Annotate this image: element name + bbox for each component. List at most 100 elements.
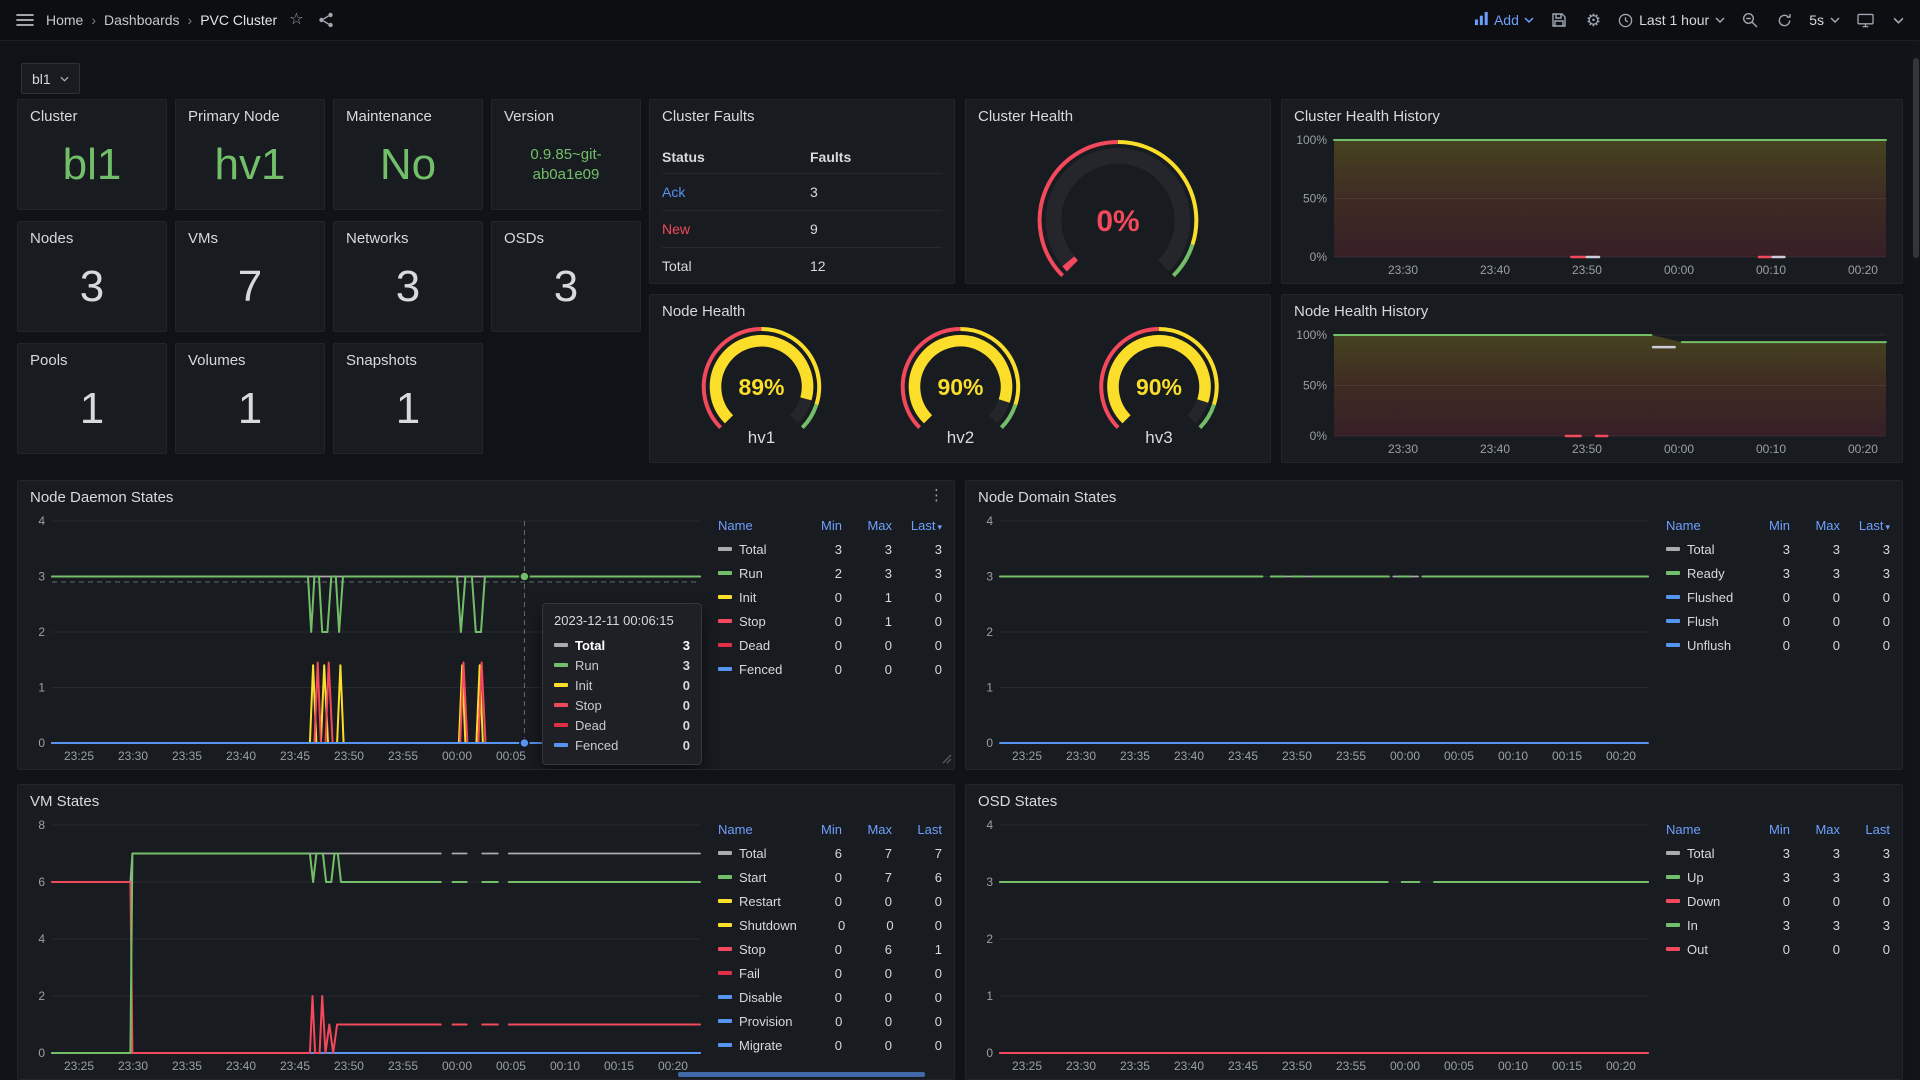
legend-row[interactable]: Flushed000 [1666,585,1890,609]
legend-row[interactable]: Total333 [718,537,942,561]
panel-title[interactable]: Cluster Health History [1282,100,1902,125]
time-series-plot[interactable]: 0123423:2523:3023:3523:4023:4523:5023:55… [972,817,1656,1075]
legend-column-max[interactable]: Max [1790,518,1840,533]
legend-column-min[interactable]: Min [1740,822,1790,837]
series-name[interactable]: Provision [739,1014,792,1029]
series-name[interactable]: Start [739,870,766,885]
legend-row[interactable]: Total333 [1666,841,1890,865]
breadcrumb-dashboards[interactable]: Dashboards [104,12,180,28]
legend-column-name[interactable]: Name [718,518,792,533]
legend-row[interactable]: In333 [1666,913,1890,937]
time-range-picker[interactable]: Last 1 hour [1618,12,1725,28]
legend-row[interactable]: Out000 [1666,937,1890,961]
refresh-icon[interactable] [1775,11,1794,30]
panel-title[interactable]: Volumes [176,344,324,369]
legend-row[interactable]: Unflush000 [1666,633,1890,657]
breadcrumb-current-dashboard[interactable]: PVC Cluster [200,12,277,28]
favorite-star-icon[interactable]: ☆ [287,10,305,30]
panel-title[interactable]: Cluster [18,100,166,125]
time-series-plot[interactable]: 0246823:2523:3023:3523:4023:4523:5023:55… [24,817,708,1075]
panel-title[interactable]: Cluster Faults [650,100,954,125]
series-name[interactable]: Dead [739,638,770,653]
legend-row[interactable]: Run233 [718,561,942,585]
legend-row[interactable]: Fail000 [718,961,942,985]
panel-title[interactable]: Networks [334,222,482,247]
legend-scrollbar[interactable] [678,1072,925,1077]
series-name[interactable]: Stop [739,942,766,957]
share-icon[interactable] [316,10,336,30]
zoom-out-icon[interactable] [1740,10,1760,30]
dashboard-settings-gear-icon[interactable]: ⚙ [1584,10,1603,31]
fault-status-new[interactable]: New [662,221,810,237]
time-series-plot[interactable]: 0%50%100%23:3023:4023:5000:0000:1000:20 [1290,132,1894,279]
panel-title[interactable]: Node Health History [1282,295,1902,320]
series-name[interactable]: Stop [739,614,766,629]
series-name[interactable]: Flushed [1687,590,1733,605]
series-name[interactable]: Ready [1687,566,1725,581]
series-name[interactable]: Flush [1687,614,1719,629]
monitor-icon[interactable] [1855,11,1876,30]
panel-title[interactable]: VM States [18,785,954,810]
panel-title[interactable]: Node Health [650,295,1270,320]
legend-row[interactable]: Fenced000 [718,657,942,681]
legend-column-min[interactable]: Min [792,518,842,533]
legend-row[interactable]: Restart000 [718,889,942,913]
save-dashboard-icon[interactable] [1549,10,1569,30]
legend-row[interactable]: Disable000 [718,985,942,1009]
panel-title[interactable]: OSD States [966,785,1902,810]
legend-row[interactable]: Init010 [718,585,942,609]
legend-row[interactable]: Start076 [718,865,942,889]
legend-column-max[interactable]: Max [842,822,892,837]
series-name[interactable]: Migrate [739,1038,782,1053]
legend-row[interactable]: Stop061 [718,937,942,961]
time-series-plot[interactable]: 0%50%100%23:3023:4023:5000:0000:1000:20 [1290,327,1894,458]
series-name[interactable]: Run [739,566,763,581]
legend-row[interactable]: Total333 [1666,537,1890,561]
legend-row[interactable]: Dead000 [718,633,942,657]
series-name[interactable]: Init [739,590,756,605]
series-name[interactable]: Total [1687,846,1714,861]
variable-dropdown-node[interactable]: bl1 [21,63,80,94]
legend-column-min[interactable]: Min [1740,518,1790,533]
legend-column-min[interactable]: Min [792,822,842,837]
time-series-plot[interactable]: 0123423:2523:3023:3523:4023:4523:5023:55… [972,513,1656,765]
legend-row[interactable]: Down000 [1666,889,1890,913]
refresh-interval-picker[interactable]: 5s [1809,12,1840,28]
series-name[interactable]: Total [739,846,766,861]
legend-row[interactable]: Up333 [1666,865,1890,889]
series-name[interactable]: Total [1687,542,1714,557]
series-name[interactable]: Restart [739,894,781,909]
chevron-down-icon[interactable] [1891,15,1906,26]
breadcrumb-home[interactable]: Home [46,12,83,28]
panel-title[interactable]: Pools [18,344,166,369]
legend-column-last[interactable]: Last [892,822,942,837]
legend-row[interactable]: Flush000 [1666,609,1890,633]
fault-status-ack[interactable]: Ack [662,184,810,200]
legend-row[interactable]: Migrate000 [718,1033,942,1057]
panel-title[interactable]: OSDs [492,222,640,247]
series-name[interactable]: In [1687,918,1698,933]
legend-column-name[interactable]: Name [718,822,792,837]
legend-row[interactable]: Ready333 [1666,561,1890,585]
page-scrollbar[interactable] [1911,41,1920,1080]
legend-column-last[interactable]: Last▾ [892,518,942,533]
legend-row[interactable]: Provision000 [718,1009,942,1033]
legend-column-max[interactable]: Max [1790,822,1840,837]
panel-title[interactable]: Cluster Health [966,100,1270,125]
series-name[interactable]: Shutdown [739,918,797,933]
panel-title[interactable]: Node Daemon States [18,481,954,506]
menu-toggle-icon[interactable] [14,11,36,29]
series-name[interactable]: Up [1687,870,1704,885]
series-name[interactable]: Disable [739,990,782,1005]
panel-title[interactable]: Maintenance [334,100,482,125]
panel-title[interactable]: Snapshots [334,344,482,369]
legend-row[interactable]: Total677 [718,841,942,865]
legend-column-max[interactable]: Max [842,518,892,533]
panel-menu-kebab-icon[interactable]: ⋮ [929,486,944,504]
legend-row[interactable]: Shutdown000 [718,913,942,937]
legend-column-name[interactable]: Name [1666,822,1740,837]
panel-resize-handle[interactable] [942,751,952,767]
panel-title[interactable]: Node Domain States [966,481,1902,506]
scrollbar-thumb[interactable] [1913,58,1919,258]
panel-title[interactable]: VMs [176,222,324,247]
